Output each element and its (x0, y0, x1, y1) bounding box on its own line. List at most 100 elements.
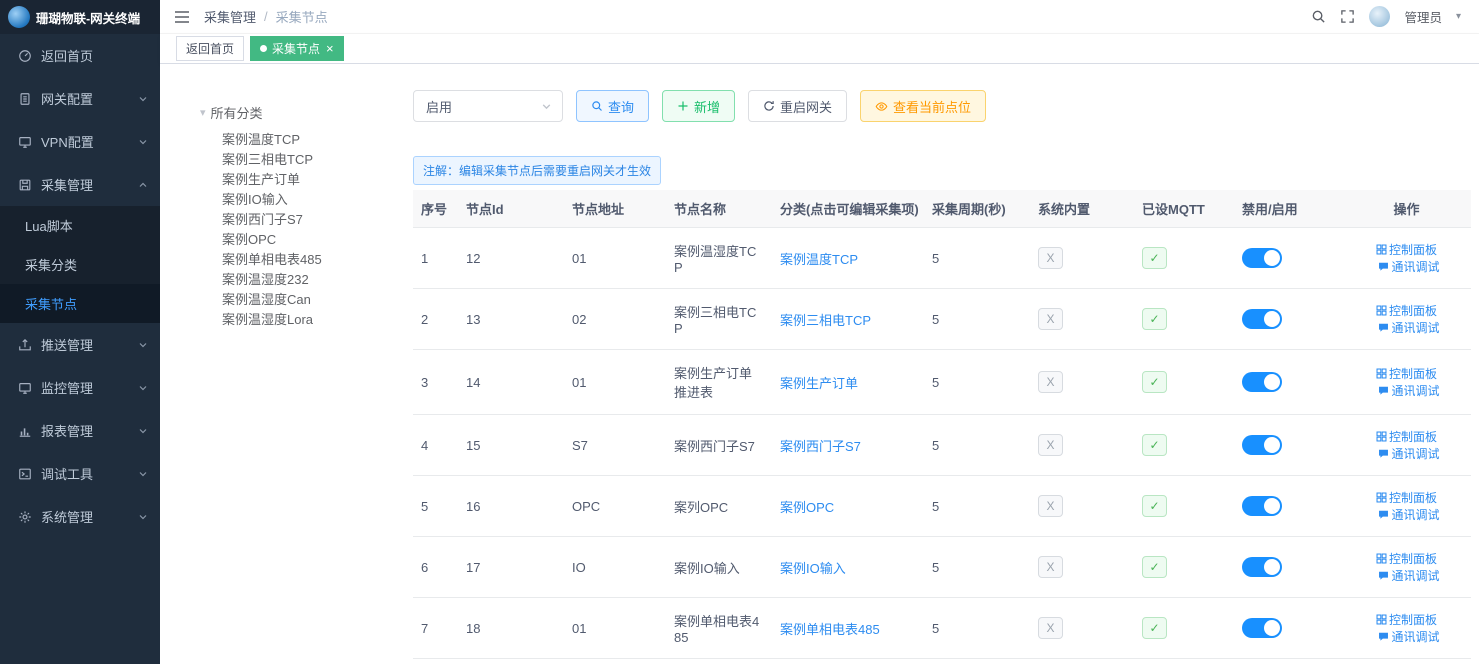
enable-toggle[interactable] (1242, 618, 1282, 638)
sidebar-item-collect-mgmt[interactable]: 采集管理 (0, 163, 160, 206)
comm-debug-link[interactable]: 通讯调试 (1378, 445, 1439, 462)
chevron-down-icon (138, 137, 148, 147)
tree-item[interactable]: 案例温湿度232 (222, 270, 413, 290)
col-period: 采集周期(秒) (924, 190, 1030, 228)
category-link[interactable]: 案例三相电TCP (780, 313, 871, 328)
add-button[interactable]: 新增 (662, 90, 735, 122)
tag-collect-node[interactable]: 采集节点 × (250, 36, 344, 61)
sidebar-subitem-collect-node[interactable]: 采集节点 (0, 284, 160, 323)
header-right: 管理员 ▾ (1311, 6, 1479, 27)
tree-item[interactable]: 案例温湿度Can (222, 290, 413, 310)
monitor-icon (18, 135, 32, 149)
category-link[interactable]: 案例单相电表485 (780, 622, 880, 637)
collection-icon (18, 178, 32, 192)
enable-toggle[interactable] (1242, 248, 1282, 268)
sidebar-item-report-mgmt[interactable]: 报表管理 (0, 409, 160, 452)
col-category: 分类(点击可编辑采集项) (772, 190, 924, 228)
active-tag-dot (260, 45, 267, 52)
sidebar-item-monitor-mgmt[interactable]: 监控管理 (0, 366, 160, 409)
restart-gateway-button[interactable]: 重启网关 (748, 90, 847, 122)
search-button[interactable]: 查询 (576, 90, 649, 122)
hamburger-icon[interactable] (160, 10, 204, 24)
control-panel-link[interactable]: 控制面板 (1376, 489, 1437, 506)
control-panel-link[interactable]: 控制面板 (1376, 302, 1437, 319)
tree-item[interactable]: 案例三相电TCP (222, 150, 413, 170)
tree-item[interactable]: 案例温度TCP (222, 130, 413, 150)
cell-actions: 控制面板 通讯调试 (1342, 289, 1471, 350)
comm-debug-link[interactable]: 通讯调试 (1378, 567, 1439, 584)
sidebar-item-push-mgmt[interactable]: 推送管理 (0, 323, 160, 366)
cell-node-name: 案例西门子S7 (666, 415, 772, 476)
tree-item[interactable]: 案例OPC (222, 230, 413, 250)
cell-period: 5 (924, 415, 1030, 476)
enable-toggle[interactable] (1242, 435, 1282, 455)
enable-toggle[interactable] (1242, 309, 1282, 329)
enable-toggle[interactable] (1242, 372, 1282, 392)
comm-debug-link[interactable]: 通讯调试 (1378, 628, 1439, 645)
category-link[interactable]: 案例生产订单 (780, 376, 858, 391)
status-filter-select[interactable]: 启用 (413, 90, 563, 122)
cell-period: 5 (924, 350, 1030, 415)
mqtt-badge: ✓ (1142, 308, 1167, 330)
breadcrumb-level1[interactable]: 采集管理 (204, 7, 256, 26)
sidebar-item-gateway-config[interactable]: 网关配置 (0, 77, 160, 120)
search-button-label: 查询 (608, 97, 634, 116)
tree-item[interactable]: 案例IO输入 (222, 190, 413, 210)
enable-toggle[interactable] (1242, 496, 1282, 516)
sidebar-item-home[interactable]: 返回首页 (0, 34, 160, 77)
control-panel-link[interactable]: 控制面板 (1376, 241, 1437, 258)
tree-item[interactable]: 案例温湿度Lora (222, 310, 413, 330)
category-link[interactable]: 案例温度TCP (780, 252, 858, 267)
username[interactable]: 管理员 (1404, 7, 1442, 26)
cell-category: 案例OPC (772, 476, 924, 537)
builtin-badge: X (1038, 495, 1063, 517)
sidebar-item-label: 报表管理 (41, 421, 93, 440)
sidebar-item-system-mgmt[interactable]: 系统管理 (0, 495, 160, 538)
cell-index: 5 (413, 476, 458, 537)
cell-builtin: X (1030, 659, 1134, 664)
breadcrumb-level2: 采集节点 (276, 7, 328, 26)
cell-index: 4 (413, 415, 458, 476)
comm-debug-icon (1378, 509, 1389, 520)
fullscreen-icon[interactable] (1340, 9, 1355, 24)
breadcrumb: 采集管理 / 采集节点 (204, 7, 328, 26)
control-panel-link[interactable]: 控制面板 (1376, 365, 1437, 382)
category-link[interactable]: 案例西门子S7 (780, 439, 861, 454)
control-panel-label: 控制面板 (1389, 611, 1437, 628)
col-node-name: 节点名称 (666, 190, 772, 228)
tree-item-list: 案例温度TCP 案例三相电TCP 案例生产订单 案例IO输入 案例西门子S7 案… (222, 130, 413, 330)
control-panel-link[interactable]: 控制面板 (1376, 428, 1437, 445)
sidebar-subitem-lua-script[interactable]: Lua脚本 (0, 206, 160, 245)
comm-debug-link[interactable]: 通讯调试 (1378, 319, 1439, 336)
comm-debug-icon (1378, 322, 1389, 333)
sidebar-item-vpn-config[interactable]: VPN配置 (0, 120, 160, 163)
tree-root-all-categories[interactable]: ▾ 所有分类 (200, 103, 413, 122)
tree-item[interactable]: 案例单相电表485 (222, 250, 413, 270)
control-panel-icon (1376, 553, 1387, 564)
control-panel-link[interactable]: 控制面板 (1376, 611, 1437, 628)
avatar[interactable] (1369, 6, 1390, 27)
sidebar-subitem-collect-category[interactable]: 采集分类 (0, 245, 160, 284)
close-icon[interactable]: × (326, 42, 334, 55)
chevron-down-icon (138, 469, 148, 479)
comm-debug-icon (1378, 261, 1389, 272)
sidebar-item-label: 系统管理 (41, 507, 93, 526)
cell-node-address: 01 (564, 228, 666, 289)
search-icon[interactable] (1311, 9, 1326, 24)
user-dropdown-caret-icon[interactable]: ▾ (1456, 11, 1461, 22)
tree-item[interactable]: 案例西门子S7 (222, 210, 413, 230)
control-panel-link[interactable]: 控制面板 (1376, 550, 1437, 567)
category-link[interactable]: 案例OPC (780, 500, 834, 515)
cell-mqtt: ✓ (1134, 350, 1234, 415)
mqtt-badge: ✓ (1142, 495, 1167, 517)
cell-node-name: 案例生产订单推进表 (666, 350, 772, 415)
tree-item[interactable]: 案例生产订单 (222, 170, 413, 190)
comm-debug-link[interactable]: 通讯调试 (1378, 382, 1439, 399)
comm-debug-link[interactable]: 通讯调试 (1378, 506, 1439, 523)
sidebar-item-debug-tools[interactable]: 调试工具 (0, 452, 160, 495)
tag-home[interactable]: 返回首页 (176, 36, 244, 61)
comm-debug-link[interactable]: 通讯调试 (1378, 258, 1439, 275)
enable-toggle[interactable] (1242, 557, 1282, 577)
view-current-points-button[interactable]: 查看当前点位 (860, 90, 986, 122)
category-link[interactable]: 案例IO输入 (780, 561, 846, 576)
